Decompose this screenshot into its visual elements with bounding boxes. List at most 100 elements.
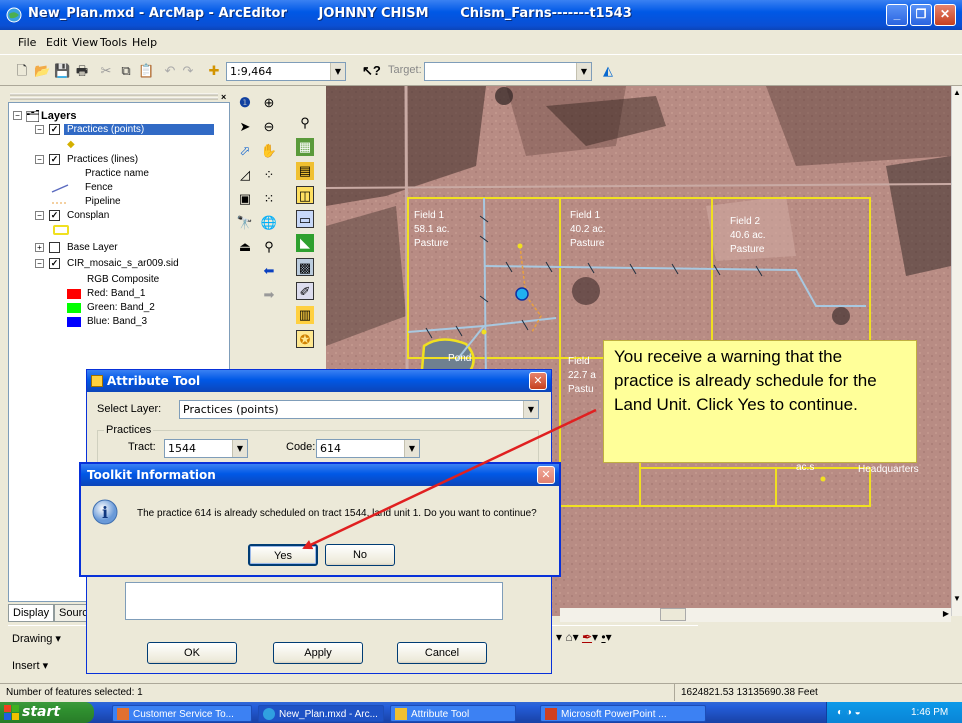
toolkit-edit-icon[interactable]: ✐: [296, 282, 314, 300]
yes-button[interactable]: Yes: [248, 544, 318, 566]
window-title-bar[interactable]: New_Plan.mxd - ArcMap - ArcEditor JOHNNY…: [0, 0, 962, 30]
search-icon[interactable]: ⚲: [296, 114, 314, 132]
menu-view[interactable]: View: [72, 36, 98, 49]
collapse-icon[interactable]: −: [35, 259, 44, 268]
zoom-in-icon[interactable]: ⊕: [260, 94, 278, 112]
chevron-down-icon[interactable]: ▼: [404, 440, 419, 457]
copy-icon[interactable]: ⧉: [118, 63, 134, 79]
visibility-checkbox[interactable]: ✓: [49, 124, 60, 135]
toc-item-practices-lines[interactable]: − ✓ Practices (lines): [9, 153, 219, 168]
chevron-down-icon[interactable]: ▼: [576, 63, 591, 80]
print-icon[interactable]: 🖶: [74, 63, 90, 79]
collapse-icon[interactable]: −: [35, 125, 44, 134]
code-combo[interactable]: 614 ▼: [316, 439, 420, 458]
menu-tools[interactable]: Tools: [100, 36, 127, 49]
chevron-down-icon[interactable]: ▼: [232, 440, 247, 457]
tract-combo[interactable]: 1544 ▼: [164, 439, 248, 458]
fixed-zoom-in-icon[interactable]: ⁘: [260, 166, 278, 184]
toc-item-base-layer[interactable]: + Base Layer: [9, 241, 219, 256]
apply-button[interactable]: Apply: [273, 642, 363, 664]
scroll-right-icon[interactable]: ▶: [943, 609, 949, 618]
chevron-down-icon[interactable]: ▼: [523, 401, 538, 418]
toc-grip[interactable]: ×: [8, 90, 230, 102]
chevron-down-icon[interactable]: ▼: [330, 63, 345, 80]
toolkit-layer-icon[interactable]: ▭: [296, 210, 314, 228]
toolkit-grid-icon[interactable]: ▩: [296, 258, 314, 276]
fixed-zoom-out-icon[interactable]: ⁙: [260, 190, 278, 208]
editor-icon[interactable]: ◭: [600, 63, 616, 79]
clock[interactable]: 1:46 PM: [911, 702, 948, 723]
toolkit-star-icon[interactable]: ✪: [296, 330, 314, 348]
dialog-title-bar[interactable]: Toolkit Information ✕: [81, 464, 559, 486]
toolkit-map-icon[interactable]: ▦: [296, 138, 314, 156]
new-document-icon[interactable]: 🗋: [14, 63, 30, 79]
map-horizontal-scrollbar[interactable]: ▶: [560, 608, 951, 622]
menu-edit[interactable]: Edit: [46, 36, 67, 49]
map-vertical-scrollbar[interactable]: ▲ ▼: [951, 86, 962, 616]
redo-icon[interactable]: ↷: [180, 63, 196, 79]
select-features-icon[interactable]: ⬀: [236, 142, 254, 160]
notes-textarea[interactable]: [125, 582, 503, 620]
toc-item-practices-points[interactable]: − ✓ Practices (points): [9, 123, 219, 138]
add-data-icon[interactable]: ✚: [206, 63, 222, 79]
forward-arrow-icon[interactable]: ➡: [260, 286, 278, 304]
menu-help[interactable]: Help: [132, 36, 157, 49]
tray-icons[interactable]: ◐ ◑ ◒: [837, 702, 861, 723]
back-arrow-icon[interactable]: ⬅: [260, 262, 278, 280]
close-button[interactable]: ✕: [529, 372, 547, 390]
paste-icon[interactable]: 📋: [138, 63, 154, 79]
identify-icon[interactable]: ❶: [236, 94, 254, 112]
ok-button[interactable]: OK: [147, 642, 237, 664]
taskbar-item-customer-service[interactable]: Customer Service To...: [112, 705, 252, 722]
taskbar-item-powerpoint[interactable]: Microsoft PowerPoint ...: [540, 705, 706, 722]
select-arrow-icon[interactable]: ➤: [236, 118, 254, 136]
select-elements-icon[interactable]: ▣: [236, 190, 254, 208]
collapse-icon[interactable]: −: [35, 155, 44, 164]
scroll-up-icon[interactable]: ▲: [953, 88, 961, 97]
zoom-out-icon[interactable]: ⊖: [260, 118, 278, 136]
collapse-icon[interactable]: −: [13, 111, 22, 120]
cancel-button[interactable]: Cancel: [397, 642, 487, 664]
cut-icon[interactable]: ✂: [98, 63, 114, 79]
menu-file[interactable]: File: [18, 36, 36, 49]
save-icon[interactable]: 💾: [54, 63, 70, 79]
find-binoculars-icon[interactable]: 🔭: [236, 214, 254, 232]
toc-item-cir-mosaic[interactable]: − ✓ CIR_mosaic_s_ar009.sid: [9, 257, 219, 272]
toolkit-soils-icon[interactable]: ▤: [296, 162, 314, 180]
toolkit-calc-icon[interactable]: ▥: [296, 306, 314, 324]
hyperlink-icon[interactable]: ⚲: [260, 238, 278, 256]
toc-item-consplan[interactable]: − ✓ Consplan: [9, 209, 219, 224]
start-button[interactable]: start: [0, 702, 94, 723]
close-button[interactable]: ✕: [537, 466, 555, 484]
open-folder-icon[interactable]: 📂: [34, 63, 50, 79]
tab-display[interactable]: Display: [8, 604, 55, 622]
edit-vertex-icon[interactable]: ◿: [236, 166, 254, 184]
visibility-checkbox[interactable]: [49, 242, 60, 253]
drawing-font-tools[interactable]: ▾ ⌂▾ ✒▾ •▾: [556, 630, 612, 644]
scroll-thumb[interactable]: [660, 608, 686, 621]
no-button[interactable]: No: [325, 544, 395, 566]
drawing-menu[interactable]: Drawing ▾: [12, 632, 61, 645]
map-scale-combo[interactable]: 1:9,464 ▼: [226, 62, 346, 81]
full-extent-globe-icon[interactable]: 🌐: [260, 214, 278, 232]
collapse-icon[interactable]: −: [35, 211, 44, 220]
visibility-checkbox[interactable]: ✓: [49, 258, 60, 269]
restore-button[interactable]: ❐: [910, 4, 932, 26]
taskbar-item-arcmap[interactable]: New_Plan.mxd - Arc...: [258, 705, 384, 722]
scroll-down-icon[interactable]: ▼: [953, 594, 961, 603]
whats-this-help-icon[interactable]: ↖?: [362, 63, 381, 79]
minimize-button[interactable]: _: [886, 4, 908, 26]
insert-menu[interactable]: Insert ▾: [12, 659, 48, 672]
undo-icon[interactable]: ↶: [162, 63, 178, 79]
visibility-checkbox[interactable]: ✓: [49, 210, 60, 221]
dialog-title-bar[interactable]: Attribute Tool ✕: [87, 370, 551, 392]
visibility-checkbox[interactable]: ✓: [49, 154, 60, 165]
toolkit-plan-icon[interactable]: ◫: [296, 186, 314, 204]
edit-target-combo[interactable]: ▼: [424, 62, 592, 81]
expand-icon[interactable]: +: [35, 243, 44, 252]
toc-root[interactable]: − 🗂 Layers: [9, 109, 229, 124]
pan-hand-icon[interactable]: ✋: [260, 142, 278, 160]
select-layer-combo[interactable]: Practices (points) ▼: [179, 400, 539, 419]
toolkit-draw-icon[interactable]: ◣: [296, 234, 314, 252]
close-button[interactable]: ✕: [934, 4, 956, 26]
